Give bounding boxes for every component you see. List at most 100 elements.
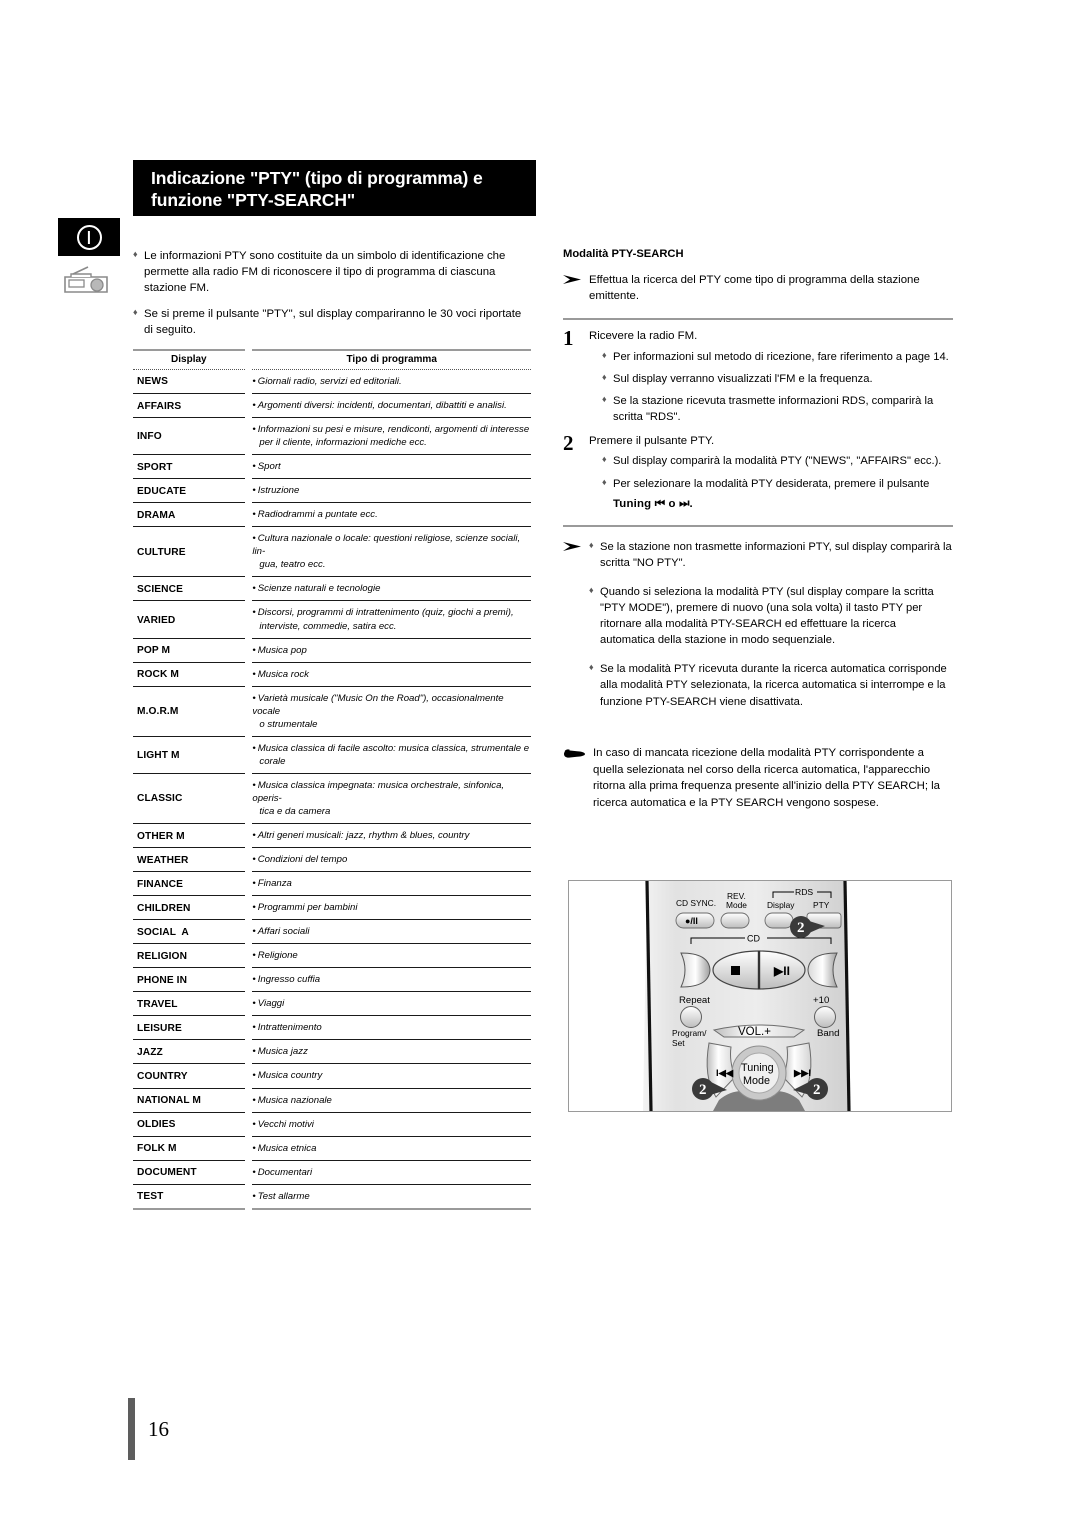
pty-program-description: • Musica jazz (252, 1039, 531, 1065)
pty-display-code: DRAMA (133, 502, 245, 528)
pty-display-code: NATIONAL M (133, 1088, 245, 1113)
table-row: RELIGION • Religione (133, 943, 531, 969)
column-gap-cell (245, 479, 253, 503)
pty-program-description: • Intrattenimento (252, 1015, 531, 1041)
right-column: Modalità PTY-SEARCH Effettua la ricerca … (563, 248, 953, 812)
intro-item: ♦ Le informazioni PTY sono costituite da … (133, 248, 531, 297)
diamond-bullet-icon: ♦ (589, 662, 594, 673)
svg-text:Tuning: Tuning (741, 1062, 774, 1074)
dot-bullet-icon: • (252, 583, 256, 595)
pty-search-mode-heading: Modalità PTY-SEARCH (563, 248, 684, 260)
table-row: OLDIES • Vecchi motivi (133, 1112, 531, 1137)
table-row: CHILDREN • Programmi per bambini (133, 895, 531, 921)
diamond-bullet-icon: ♦ (602, 454, 607, 465)
column-gap-cell (245, 503, 253, 527)
note-bullet-text: Se la modalità PTY ricevuta durante la r… (600, 663, 947, 708)
table-row: LEISURE • Intrattenimento (133, 1015, 531, 1041)
diamond-bullet-icon: ♦ (589, 539, 594, 550)
table-row: M.O.R.M • Varietà musicale ("Music On the … (133, 686, 531, 737)
desc-line-1: Scienze naturali e tecnologie (257, 583, 381, 595)
power-exclamation-icon (58, 218, 120, 256)
desc-line-1: Finanza (257, 878, 292, 890)
dot-bullet-icon: • (252, 950, 256, 962)
manual-page: Indicazione "PTY" (tipo di programma) e … (0, 0, 1080, 1528)
column-gap-cell (245, 1016, 253, 1040)
left-column: ♦ Le informazioni PTY sono costituite da … (133, 248, 531, 1210)
pty-display-code: WEATHER (133, 847, 245, 873)
column-gap-cell (245, 601, 253, 638)
pty-program-description: • Musica classica impegnata: musica orche… (252, 773, 531, 825)
svg-text:2: 2 (699, 1082, 707, 1098)
note-bullet: ♦ Se la stazione non trasmette informazio… (589, 539, 953, 571)
table-row: DRAMA • Radiodrammi a puntate ecc. (133, 502, 531, 528)
pty-display-code: DOCUMENT (133, 1160, 245, 1185)
table-row: WEATHER • Condizioni del tempo (133, 847, 531, 873)
tuning-button-reference: Tuning ⏮ o ⏭. (613, 498, 953, 511)
table-row: CULTURE • Cultura nazionale o locale: ques… (133, 526, 531, 578)
pty-display-code: PHONE IN (133, 967, 245, 993)
dot-bullet-icon: • (252, 779, 256, 791)
dot-bullet-icon: • (252, 424, 256, 436)
table-row: EDUCATE • Istruzione (133, 478, 531, 504)
pty-display-code: AFFAIRS (133, 393, 245, 419)
pty-display-code: OLDIES (133, 1112, 245, 1137)
diamond-bullet-icon: ♦ (602, 394, 607, 405)
footer-rule (128, 1398, 135, 1460)
pty-program-description: • Sport (252, 454, 531, 480)
pty-program-description: • Test allarme (252, 1184, 531, 1210)
step-bullet: ♦ Sul display comparirà la modalità PTY (… (602, 453, 953, 469)
page-title-line2: funzione "PTY-SEARCH" (151, 190, 356, 211)
column-gap-cell (245, 896, 253, 920)
column-gap-cell (245, 527, 253, 577)
dot-bullet-icon: • (252, 375, 256, 387)
desc-line-1: Cultura nazionale o locale: questioni re… (252, 533, 521, 558)
pty-display-code: EDUCATE (133, 478, 245, 504)
step-bullet: ♦ Se la stazione ricevuta trasmette infor… (602, 393, 953, 425)
diamond-bullet-icon: ♦ (602, 476, 607, 487)
column-gap-cell (245, 1160, 253, 1184)
dot-bullet-icon: • (252, 998, 256, 1010)
pty-program-description: • Musica classica di facile ascolto: musi… (252, 736, 531, 774)
pty-display-code: ROCK M (133, 662, 245, 687)
pty-program-description: • Documentari (252, 1160, 531, 1185)
footer: 16 (128, 1398, 169, 1460)
pty-display-code: SOCIAL A (133, 919, 245, 945)
desc-line-1: Radiodrammi a puntate ecc. (257, 509, 378, 521)
svg-text:▶II: ▶II (773, 964, 790, 978)
column-gap-cell (245, 638, 253, 662)
desc-line-1: Istruzione (257, 485, 300, 497)
column-header-program-type: Tipo di programma (252, 348, 531, 370)
pty-display-code: LEISURE (133, 1015, 245, 1041)
desc-line-1: Programmi per bambini (257, 902, 358, 914)
column-gap-cell (245, 736, 253, 773)
pty-program-description: • Musica rock (252, 662, 531, 687)
diamond-bullet-icon: ♦ (589, 584, 594, 595)
desc-line-2: o strumentale (259, 718, 318, 730)
divider-2 (563, 524, 953, 527)
desc-line-1: Vecchi motivi (257, 1118, 314, 1130)
pty-display-code: TRAVEL (133, 991, 245, 1017)
table-row: ROCK M • Musica rock (133, 662, 531, 687)
arrow-marker-icon (563, 272, 589, 305)
desc-line-1: Religione (257, 950, 298, 962)
svg-text:+10: +10 (813, 995, 829, 1006)
dot-bullet-icon: • (252, 1094, 256, 1106)
desc-line-1: Altri generi musicali: jazz, rhythm & bl… (257, 830, 470, 842)
desc-line-1: Affari sociali (257, 926, 310, 938)
desc-line-2: interviste, commedie, satira ecc. (259, 620, 397, 632)
dot-bullet-icon: • (252, 1190, 256, 1202)
pty-program-description: • Varietà musicale ("Music On the Road"),… (252, 686, 531, 737)
desc-line-1: Musica pop (257, 644, 307, 656)
table-row: LIGHT M • Musica classica di facile ascolt… (133, 736, 531, 774)
column-gap-cell (245, 455, 253, 479)
column-gap-cell (245, 992, 253, 1016)
pty-program-description: • Istruzione (252, 478, 531, 504)
dot-bullet-icon: • (252, 878, 256, 890)
column-gap-cell (245, 369, 253, 393)
dot-bullet-icon: • (252, 485, 256, 497)
dot-bullet-icon: • (252, 399, 256, 411)
svg-text:I◀◀: I◀◀ (716, 1067, 734, 1078)
dot-bullet-icon: • (252, 607, 256, 619)
column-gap-cell (245, 773, 253, 823)
page-number: 16 (148, 1416, 169, 1441)
